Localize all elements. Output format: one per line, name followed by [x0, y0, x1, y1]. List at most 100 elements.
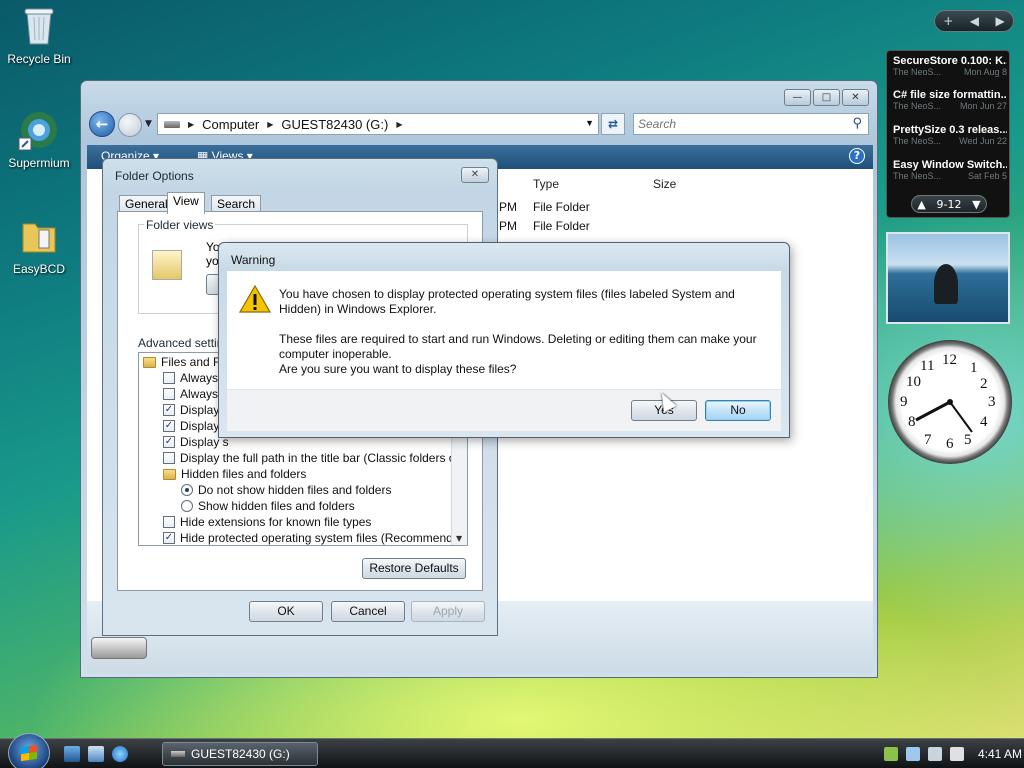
tree-label: Hide extensions for known file types [180, 515, 372, 529]
tree-checkbox[interactable]: ✓ Hide protected operating system files (… [163, 531, 467, 545]
checkbox[interactable] [163, 452, 175, 464]
search-icon[interactable]: ⚲ [852, 116, 862, 131]
feed-source: The NeoS... [893, 101, 942, 111]
folder-views-icon [152, 250, 182, 280]
checkbox-checked[interactable]: ✓ [163, 532, 175, 544]
breadcrumb-drive[interactable]: GUEST82430 (G:) [281, 117, 388, 132]
tray-network-icon[interactable] [906, 746, 920, 761]
feed-item[interactable]: PrettySize 0.3 releas... The NeoS... Wed … [893, 124, 1007, 146]
cancel-button[interactable]: Cancel [331, 601, 405, 622]
tray-monitor-icon[interactable] [928, 746, 942, 761]
search-box[interactable]: ⚲ [633, 113, 869, 135]
dialog-button-bar: Yes No [227, 389, 781, 431]
column-header-type[interactable]: Type [533, 177, 559, 191]
system-tray: 4:41 AM [872, 739, 1024, 768]
clock-gadget[interactable]: 12 1 2 3 4 5 6 7 8 9 10 11 [888, 340, 1012, 464]
warning-message-area: You have chosen to display protected ope… [227, 271, 781, 389]
forward-button[interactable] [118, 113, 142, 137]
checkbox[interactable] [163, 516, 175, 528]
recycle-bin-icon [17, 4, 61, 48]
add-gadget-icon[interactable]: + [943, 14, 953, 28]
feed-title: PrettySize 0.3 releas... [893, 124, 1007, 136]
close-button[interactable]: ✕ [461, 167, 489, 183]
taskbar: GUEST82430 (G:) 4:41 AM [0, 733, 1024, 768]
previous-gadget-icon[interactable]: ◀ [970, 14, 979, 28]
desktop-icon-recycle-bin[interactable]: Recycle Bin [1, 4, 77, 66]
taskbar-button-explorer[interactable]: GUEST82430 (G:) [162, 742, 318, 766]
feed-item[interactable]: C# file size formattin... The NeoS... Mon… [893, 89, 1007, 111]
checkbox-checked[interactable]: ✓ [163, 404, 175, 416]
checkbox-checked[interactable]: ✓ [163, 436, 175, 448]
feed-source: The NeoS... [893, 136, 942, 146]
checkbox[interactable] [163, 372, 175, 384]
tree-folder-files-and-folders: Files and Fol [143, 355, 230, 369]
page-down-icon[interactable]: ▼ [972, 198, 980, 211]
tree-checkbox[interactable]: Display the full path in the title bar (… [163, 451, 467, 465]
breadcrumb-separator-icon[interactable]: ▶ [396, 120, 402, 129]
taskbar-clock[interactable]: 4:41 AM [978, 747, 1022, 761]
refresh-button[interactable]: ⇄ [601, 113, 625, 135]
internet-explorer-icon[interactable] [112, 746, 128, 762]
tree-checkbox[interactable]: ✓ Display f [163, 403, 226, 417]
desktop-icon-supermium[interactable]: Supermium [1, 108, 77, 170]
tray-security-icon[interactable] [884, 746, 898, 761]
tray-volume-muted-icon[interactable] [950, 746, 964, 761]
close-button[interactable]: ✕ [842, 89, 869, 106]
scroll-down-icon[interactable]: ▼ [456, 534, 462, 543]
drive-large-icon [91, 637, 147, 659]
recent-pages-dropdown[interactable]: ▼ [145, 119, 152, 129]
address-bar[interactable]: ▶ Computer ▶ GUEST82430 (G:) ▶ ▼ [157, 113, 599, 135]
tree-label: Hidden files and folders [181, 467, 307, 481]
restore-defaults-button[interactable]: Restore Defaults [362, 558, 466, 579]
breadcrumb-separator-icon[interactable]: ▶ [267, 120, 273, 129]
column-header-size[interactable]: Size [653, 177, 676, 191]
maximize-button[interactable]: □ [813, 89, 840, 106]
window-controls: — □ ✕ [784, 89, 869, 106]
tree-checkbox[interactable]: Hide extensions for known file types [163, 515, 371, 529]
start-button[interactable] [8, 733, 50, 768]
apply-button[interactable]: Apply [411, 601, 485, 622]
address-dropdown-icon[interactable]: ▼ [585, 118, 594, 128]
page-indicator: 9-12 [936, 197, 962, 211]
radio[interactable] [181, 500, 193, 512]
breadcrumb-separator-icon[interactable]: ▶ [188, 120, 194, 129]
row-type: File Folder [533, 219, 590, 233]
feed-date: Wed Jun 22 [959, 136, 1007, 146]
desktop-icon-label: EasyBCD [12, 262, 65, 276]
warning-dialog: Warning You have chosen to display prote… [218, 242, 790, 438]
checkbox-checked[interactable]: ✓ [163, 420, 175, 432]
folder-icon [163, 468, 176, 480]
refresh-icon: ⇄ [607, 117, 619, 131]
switch-windows-icon[interactable] [88, 746, 104, 762]
warning-icon [238, 284, 272, 313]
breadcrumb-computer[interactable]: Computer [202, 117, 259, 132]
tab-view[interactable]: View [167, 192, 205, 214]
feed-source: The NeoS... [893, 67, 942, 77]
radio-selected[interactable] [181, 484, 193, 496]
back-button[interactable]: ← [89, 111, 115, 137]
desktop-icon-easybcd[interactable]: EasyBCD [1, 214, 77, 276]
ok-button[interactable]: OK [249, 601, 323, 622]
tree-checkbox[interactable]: ✓ Display f [163, 419, 226, 433]
folder-icon [143, 356, 156, 368]
feed-title: Easy Window Switch... [893, 159, 1007, 171]
minimize-button[interactable]: — [784, 89, 811, 106]
feed-date: Sat Feb 5 [967, 171, 1007, 181]
checkbox[interactable] [163, 388, 175, 400]
show-desktop-icon[interactable] [64, 746, 80, 762]
tree-label: Show hidden files and folders [198, 499, 355, 513]
help-icon[interactable]: ? [849, 148, 865, 164]
no-button[interactable]: No [705, 400, 771, 421]
warning-line: Hidden) in Windows Explorer. [279, 302, 437, 316]
tree-radio[interactable]: Do not show hidden files and folders [181, 483, 391, 497]
feed-item[interactable]: Easy Window Switch... The NeoS... Sat Feb… [893, 159, 1007, 181]
tree-radio[interactable]: Show hidden files and folders [181, 499, 355, 513]
feed-item[interactable]: SecureStore 0.100: K... The NeoS... Mon A… [893, 55, 1007, 77]
slideshow-gadget[interactable] [886, 232, 1010, 324]
desktop-icon-label: Recycle Bin [7, 52, 71, 66]
drive-icon [171, 751, 185, 757]
page-up-icon[interactable]: ▲ [917, 198, 925, 211]
feed-title: C# file size formattin... [893, 89, 1007, 101]
next-gadget-icon[interactable]: ▶ [996, 14, 1005, 28]
search-input[interactable] [634, 114, 834, 134]
